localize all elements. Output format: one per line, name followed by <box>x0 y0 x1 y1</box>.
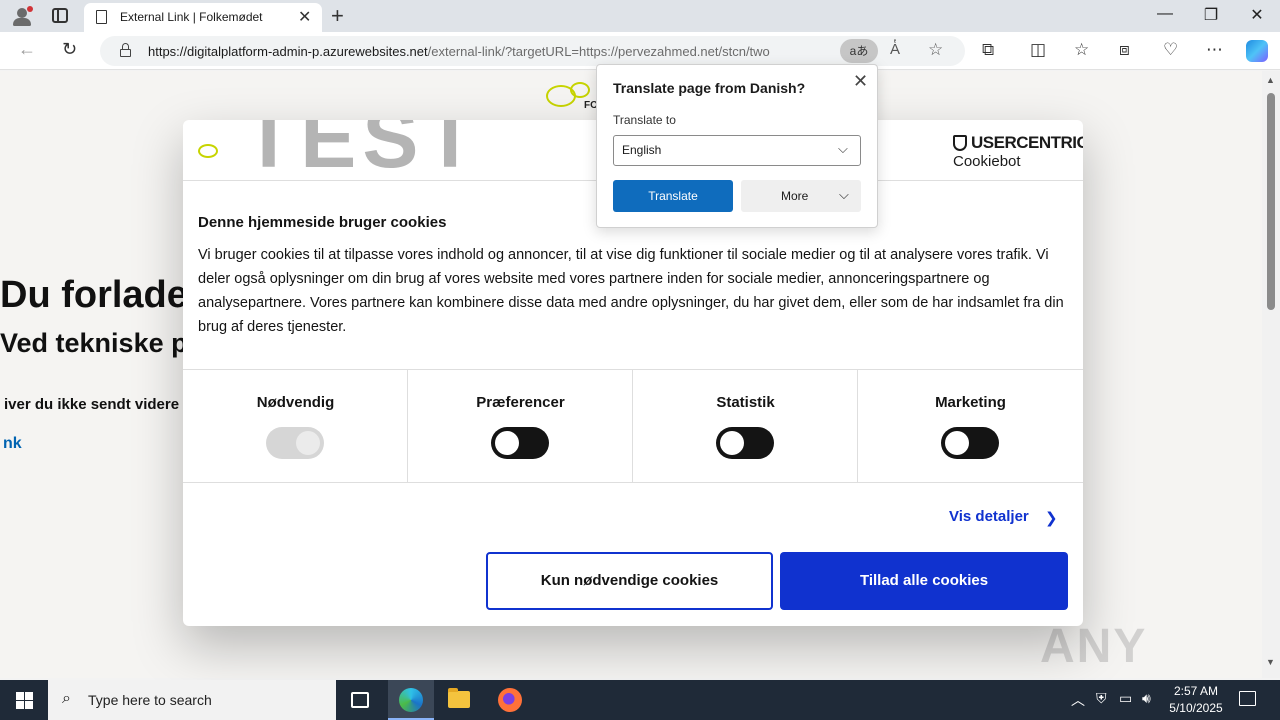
divider <box>183 482 1083 483</box>
search-icon: ⌕ <box>62 690 71 707</box>
more-label: More <box>781 189 809 203</box>
more-button[interactable]: More ⌵ <box>741 180 861 212</box>
refresh-icon[interactable]: ↻ <box>62 39 77 60</box>
translate-icon[interactable]: aあ <box>840 39 878 63</box>
windows-start-icon[interactable] <box>16 692 33 709</box>
tab-title: External Link | Folkemødet <box>120 10 263 24</box>
translate-to-label: Translate to <box>613 113 676 127</box>
background-test-heading: TEST <box>243 120 482 185</box>
page-paragraph: iver du ikke sendt videre <box>4 396 180 413</box>
external-link[interactable]: nk <box>3 435 22 453</box>
necessary-toggle <box>266 427 324 459</box>
tab-actions-icon[interactable] <box>52 8 68 23</box>
close-window-icon[interactable]: ✕ <box>1234 5 1280 25</box>
close-icon[interactable]: ✕ <box>853 71 868 92</box>
back-icon[interactable]: ← <box>18 39 36 60</box>
show-hidden-icons-icon[interactable]: ︿ <box>1071 690 1085 710</box>
browser-tab[interactable]: External Link | Folkemødet ✕ <box>84 3 322 32</box>
lock-icon[interactable] <box>120 43 131 57</box>
firefox-icon[interactable] <box>498 688 522 712</box>
scroll-up-icon[interactable]: ▲ <box>1266 75 1275 85</box>
category-statistics: Statistik <box>633 370 858 482</box>
favorite-star-icon[interactable]: ☆ <box>928 40 943 60</box>
taskbar-search-box[interactable]: ⌕ Type here to search <box>48 680 336 720</box>
file-explorer-icon[interactable] <box>448 688 470 708</box>
category-label: Nødvendig <box>256 394 335 411</box>
page-icon <box>96 10 107 24</box>
page-heading: Du forlader <box>0 274 203 316</box>
profile-icon[interactable] <box>10 5 34 27</box>
copilot-icon[interactable] <box>1246 40 1268 62</box>
volume-icon[interactable]: 🔊︎ <box>1142 690 1151 707</box>
marketing-toggle[interactable] <box>941 427 999 459</box>
category-marketing: Marketing <box>858 370 1083 482</box>
show-details-link[interactable]: Vis detaljer ❯ <box>949 508 1058 527</box>
category-label: Marketing <box>935 394 1006 411</box>
site-mini-logo-icon <box>198 144 218 158</box>
chevron-down-icon: ⌵ <box>838 141 848 156</box>
search-placeholder: Type here to search <box>88 692 212 708</box>
edge-icon[interactable] <box>399 688 423 712</box>
url-text[interactable]: https://digitalplatform-admin-p.azureweb… <box>148 44 824 59</box>
translate-title: Translate page from Danish? <box>613 80 806 96</box>
site-logo-icon[interactable] <box>546 82 590 112</box>
statistics-toggle[interactable] <box>716 427 774 459</box>
language-select[interactable]: English ⌵ <box>613 135 861 166</box>
clock-date: 5/10/2025 <box>1169 701 1223 715</box>
restore-icon[interactable]: ❐ <box>1188 5 1234 25</box>
browser-tab-bar: External Link | Folkemødet ✕ + — ❐ ✕ <box>0 0 1280 32</box>
read-aloud-icon[interactable]: A̔ <box>890 41 900 58</box>
scroll-down-icon[interactable]: ▼ <box>1266 657 1275 667</box>
shield-icon <box>953 135 967 151</box>
favorites-icon[interactable]: ☆ <box>1074 40 1089 60</box>
clock-time: 2:57 AM <box>1173 684 1219 698</box>
cookie-title: Denne hjemmeside bruger cookies <box>198 214 447 231</box>
watermark: ANY RUN <box>1040 620 1148 678</box>
network-icon[interactable]: ▭ <box>1119 690 1132 707</box>
page-scrollbar[interactable]: ▲ ▼ <box>1262 71 1280 678</box>
language-value: English <box>622 143 662 157</box>
close-tab-icon[interactable]: ✕ <box>298 7 311 27</box>
allow-all-button[interactable]: Tillad alle cookies <box>780 552 1068 610</box>
notifications-icon[interactable] <box>1239 691 1256 706</box>
category-preferences: Præferencer <box>408 370 633 482</box>
windows-taskbar: ⌕ Type here to search ︿ ⛨ ▭ 🔊︎ 2:57 AM 5… <box>0 680 1280 720</box>
translate-button[interactable]: Translate <box>613 180 733 212</box>
brand-name: USERCENTRICS <box>971 133 1083 152</box>
minimize-icon[interactable]: — <box>1142 5 1188 23</box>
category-necessary: Nødvendig <box>183 370 408 482</box>
show-details-label: Vis detaljer <box>949 508 1029 525</box>
category-label: Statistik <box>716 394 775 411</box>
security-icon[interactable]: ⛨ <box>1096 690 1107 707</box>
cookie-body-text: Vi bruger cookies til at tilpasse vores … <box>198 247 1064 335</box>
address-bar[interactable]: https://digitalplatform-admin-p.azureweb… <box>100 36 965 66</box>
translate-popup: Translate page from Danish? ✕ Translate … <box>596 64 878 228</box>
settings-more-icon[interactable]: ⋯ <box>1206 40 1223 60</box>
chevron-right-icon: ❯ <box>1045 510 1058 527</box>
chevron-down-icon: ⌵ <box>839 187 849 202</box>
scrollbar-thumb[interactable] <box>1267 93 1275 310</box>
page-subheading: Ved tekniske pr <box>0 328 199 358</box>
split-screen-icon[interactable]: ◫ <box>1030 40 1046 60</box>
extensions-icon[interactable]: ⧉ <box>982 40 994 60</box>
brand-sub: Cookiebot <box>953 153 1021 170</box>
task-view-icon[interactable] <box>351 692 369 708</box>
necessary-only-button[interactable]: Kun nødvendige cookies <box>486 552 773 610</box>
collections-icon[interactable]: ⧈ <box>1119 40 1130 60</box>
category-label: Præferencer <box>476 394 565 411</box>
preferences-toggle[interactable] <box>491 427 549 459</box>
browser-essentials-icon[interactable]: ♡ <box>1163 40 1178 60</box>
new-tab-icon[interactable]: + <box>331 3 344 29</box>
system-clock[interactable]: 2:57 AM 5/10/2025 <box>1164 683 1228 717</box>
